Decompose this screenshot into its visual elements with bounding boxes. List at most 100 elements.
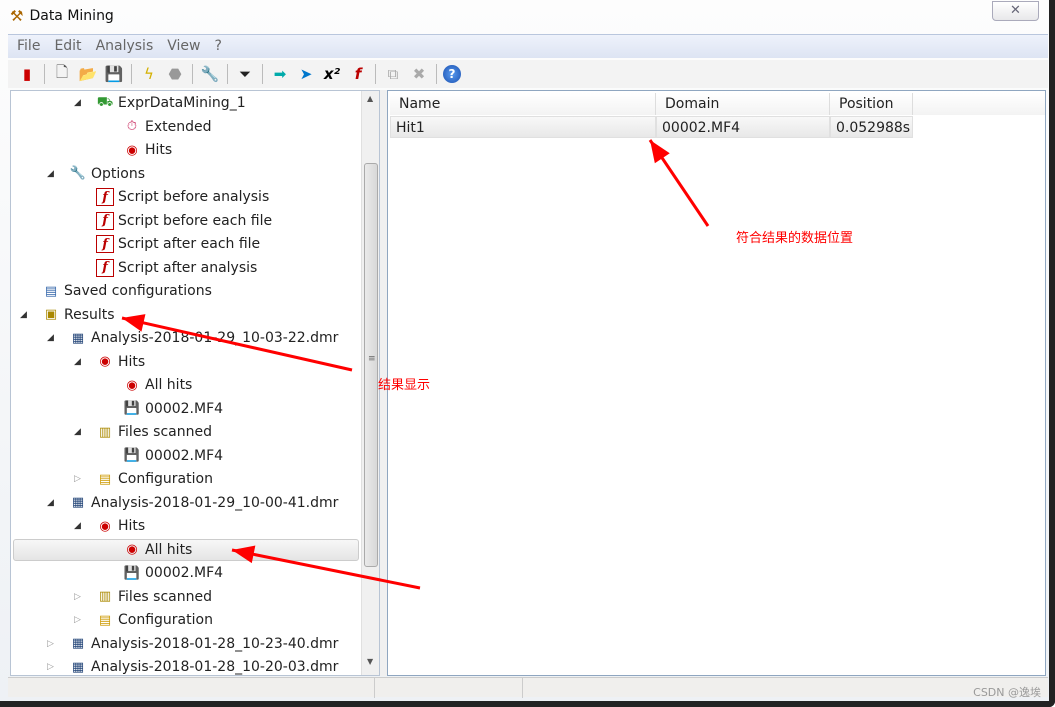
tree-item[interactable]: ⏱ Extended	[123, 116, 212, 138]
tree-item[interactable]: f Script after each file	[96, 233, 260, 255]
expand-arrow-icon[interactable]: ▷	[47, 662, 57, 672]
menu-item[interactable]: Edit	[54, 35, 88, 58]
export-script-icon[interactable]: f	[347, 63, 369, 85]
collapse-arrow-icon[interactable]: ◢	[74, 98, 84, 108]
tree-item[interactable]: ◢ ⛟ ExprDataMining_1	[74, 92, 246, 114]
tree-item-label: All hits	[145, 377, 193, 393]
run-lightning-icon[interactable]: ϟ	[138, 63, 160, 85]
tree-scrollbar[interactable]: ▲ ≡ ▼	[361, 91, 379, 675]
status-bar	[8, 677, 1048, 698]
cell-name[interactable]: Hit1	[390, 116, 656, 138]
save-icon[interactable]: 💾	[103, 63, 125, 85]
column-header-domain[interactable]: Domain	[656, 93, 830, 115]
column-header-position[interactable]: Position	[830, 93, 913, 115]
expand-arrow-icon[interactable]: ▷	[74, 615, 84, 625]
tree-item[interactable]: 💾 00002.MF4	[123, 445, 223, 467]
mf4-file-icon: 💾	[123, 448, 141, 463]
wrench-icon[interactable]: 🔧	[199, 63, 221, 85]
tree-item-label: Extended	[145, 118, 212, 135]
exit-icon[interactable]: ▮	[16, 63, 38, 85]
delete-icon[interactable]: ✖	[408, 63, 430, 85]
target-icon: ◉	[126, 377, 138, 393]
tree-item[interactable]: f Script before analysis	[96, 186, 269, 208]
toolbar-separator	[262, 64, 263, 84]
new-file-icon[interactable]: 🗋	[51, 63, 73, 85]
help-icon[interactable]: ?	[443, 65, 461, 83]
tree-item-label: Hits	[118, 518, 146, 534]
collapse-arrow-icon[interactable]: ◢	[47, 169, 57, 179]
tree-item[interactable]: ◉ Hits	[123, 139, 172, 161]
tree-item[interactable]: ▷ ▦ Analysis-2018-01-28_10-23-40.dmr	[47, 633, 338, 655]
tree-item[interactable]: ▷ ▥ Files scanned	[74, 586, 212, 608]
script-icon: f	[96, 211, 114, 230]
collapse-arrow-icon[interactable]: ◢	[74, 521, 84, 531]
close-button[interactable]: ✕	[992, 1, 1039, 21]
tree-item-label: Hits	[118, 353, 146, 370]
tree-item[interactable]: ▷ ▦ Analysis-2018-01-28_10-20-03.dmr	[47, 656, 339, 675]
data-mining-window: ⚒ Data Mining ✕ File Edit Analysis View? ▮ 🗋…	[0, 0, 1055, 707]
menu-item[interactable]: Analysis	[96, 35, 161, 58]
copy-icon[interactable]: ⧉	[382, 63, 404, 85]
tree-item[interactable]: ◉ All hits	[123, 374, 192, 396]
scroll-down-arrow[interactable]: ▼	[367, 657, 373, 666]
column-header-name[interactable]: Name	[390, 93, 656, 115]
tree-item[interactable]: 💾 00002.MF4	[123, 398, 223, 420]
tree-item-label: Script after each file	[118, 236, 261, 252]
menu-item[interactable]: ?	[214, 35, 228, 58]
tree-item[interactable]: ◢ ▣ Results	[20, 304, 115, 326]
results-icon: ▣	[44, 307, 58, 322]
toolbar-separator	[375, 64, 376, 84]
tree-item[interactable]: f Script before each file	[96, 210, 272, 232]
expand-arrow-icon[interactable]: ▷	[74, 592, 84, 602]
export-formula-icon[interactable]: x²	[321, 63, 343, 85]
collapse-arrow-icon[interactable]: ◢	[20, 310, 30, 320]
menu-item[interactable]: View	[167, 35, 207, 58]
tree-item[interactable]: ◢ ◉ Hits	[74, 515, 146, 537]
collapse-arrow-icon[interactable]: ◢	[47, 498, 57, 508]
cell-domain[interactable]: 00002.MF4	[656, 116, 830, 138]
tree-item[interactable]: f Script after analysis	[96, 257, 257, 279]
tree-item[interactable]: ◢ 🔧 Options	[47, 163, 146, 185]
open-folder-icon[interactable]: 📂	[77, 63, 99, 85]
menu-bar: File Edit Analysis View?	[8, 34, 1048, 58]
tree-item[interactable]: ▷ ▤ Configuration	[74, 609, 213, 631]
tree-item[interactable]: 💾 00002.MF4	[123, 562, 223, 584]
tree-item-label: 00002.MF4	[145, 447, 224, 464]
tree-item[interactable]: ▤ Saved configurations	[42, 280, 212, 302]
script-icon: f	[96, 188, 114, 206]
status-pane-2	[375, 678, 523, 698]
toolbar-separator	[192, 64, 193, 84]
tree-item[interactable]: ◢ ◉ Hits	[74, 351, 146, 373]
tree-item-label: All hits	[145, 541, 193, 558]
watermark: CSDN @逸埃	[973, 686, 1041, 699]
toolbar-separator	[131, 64, 132, 84]
stop-icon[interactable]: ⬣	[164, 63, 186, 85]
expand-arrow-icon[interactable]: ▷	[47, 639, 57, 649]
export-plot-icon[interactable]: ➤	[295, 63, 317, 85]
tree-item-label: Analysis-2018-01-28_10-20-03.dmr	[91, 659, 339, 675]
scroll-up-arrow[interactable]: ▲	[367, 94, 373, 103]
expand-arrow-icon[interactable]: ▷	[74, 474, 84, 484]
tree-item[interactable]: ◢ ▥ Files scanned	[74, 421, 212, 443]
tree-item-label: Hits	[145, 142, 173, 158]
filter-export-icon[interactable]: ⏷	[234, 63, 256, 85]
tree-item[interactable]: ◉ All hits	[123, 539, 192, 561]
export-icon[interactable]: ➡	[269, 63, 291, 85]
app-icon: ⚒	[10, 7, 24, 25]
annotation-result-display: 结果显示	[378, 378, 431, 393]
status-pane-1	[8, 678, 375, 698]
collapse-arrow-icon[interactable]: ◢	[74, 357, 84, 367]
script-icon: f	[96, 258, 114, 277]
cell-position[interactable]: 0.052988s	[830, 116, 913, 138]
collapse-arrow-icon[interactable]: ◢	[47, 333, 57, 343]
column-header-filler	[913, 93, 1045, 115]
tree-item-label: Options	[91, 165, 146, 182]
configuration-icon: ▤	[98, 471, 112, 487]
collapse-arrow-icon[interactable]: ◢	[74, 427, 84, 437]
tree-item[interactable]: ◢ ▦ Analysis-2018-01-29_10-03-22.dmr	[47, 327, 338, 349]
scroll-thumb[interactable]: ≡	[364, 163, 378, 567]
menu-item[interactable]: File	[17, 35, 47, 58]
tree-item[interactable]: ◢ ▦ Analysis-2018-01-29_10-00-41.dmr	[47, 492, 338, 514]
toolbar-separator	[44, 64, 45, 84]
tree-item[interactable]: ▷ ▤ Configuration	[74, 468, 213, 490]
